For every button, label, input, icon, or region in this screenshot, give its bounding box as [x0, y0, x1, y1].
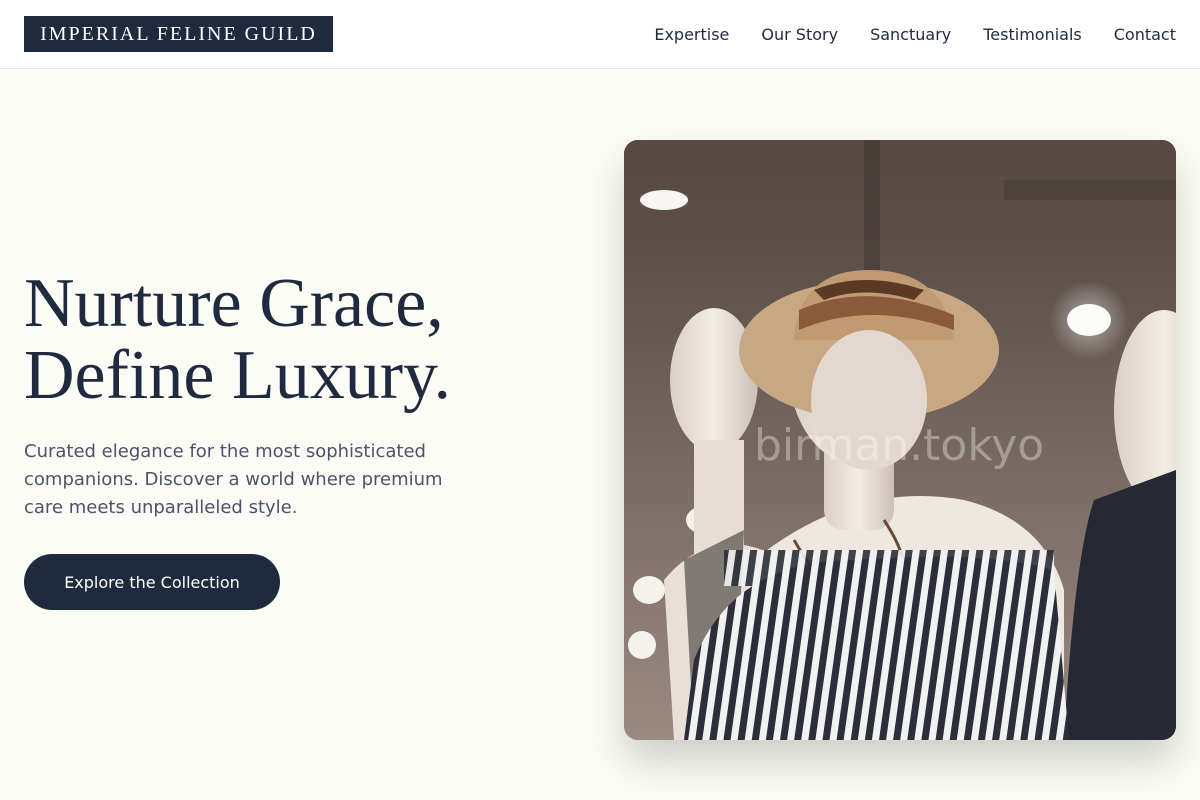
explore-collection-button[interactable]: Explore the Collection	[24, 554, 280, 610]
image-watermark: birman.tokyo	[754, 420, 1045, 471]
brand-logo[interactable]: IMPERIAL FELINE GUILD	[24, 16, 333, 52]
nav-link-expertise[interactable]: Expertise	[654, 25, 729, 44]
hero-image: birman.tokyo	[624, 140, 1176, 740]
nav-link-contact[interactable]: Contact	[1114, 25, 1176, 44]
hero-subtitle: Curated elegance for the most sophistica…	[24, 441, 443, 518]
nav-link-testimonials[interactable]: Testimonials	[983, 25, 1082, 44]
main-nav: Expertise Our Story Sanctuary Testimonia…	[654, 0, 1176, 68]
site-header: IMPERIAL FELINE GUILD Expertise Our Stor…	[0, 0, 1200, 69]
hero-title-line-2: Define Luxury.	[24, 337, 451, 414]
nav-link-our-story[interactable]: Our Story	[761, 25, 838, 44]
nav-link-sanctuary[interactable]: Sanctuary	[870, 25, 951, 44]
hero-title: Nurture Grace, Define Luxury.	[24, 268, 584, 412]
hero-title-line-1: Nurture Grace,	[24, 265, 444, 342]
